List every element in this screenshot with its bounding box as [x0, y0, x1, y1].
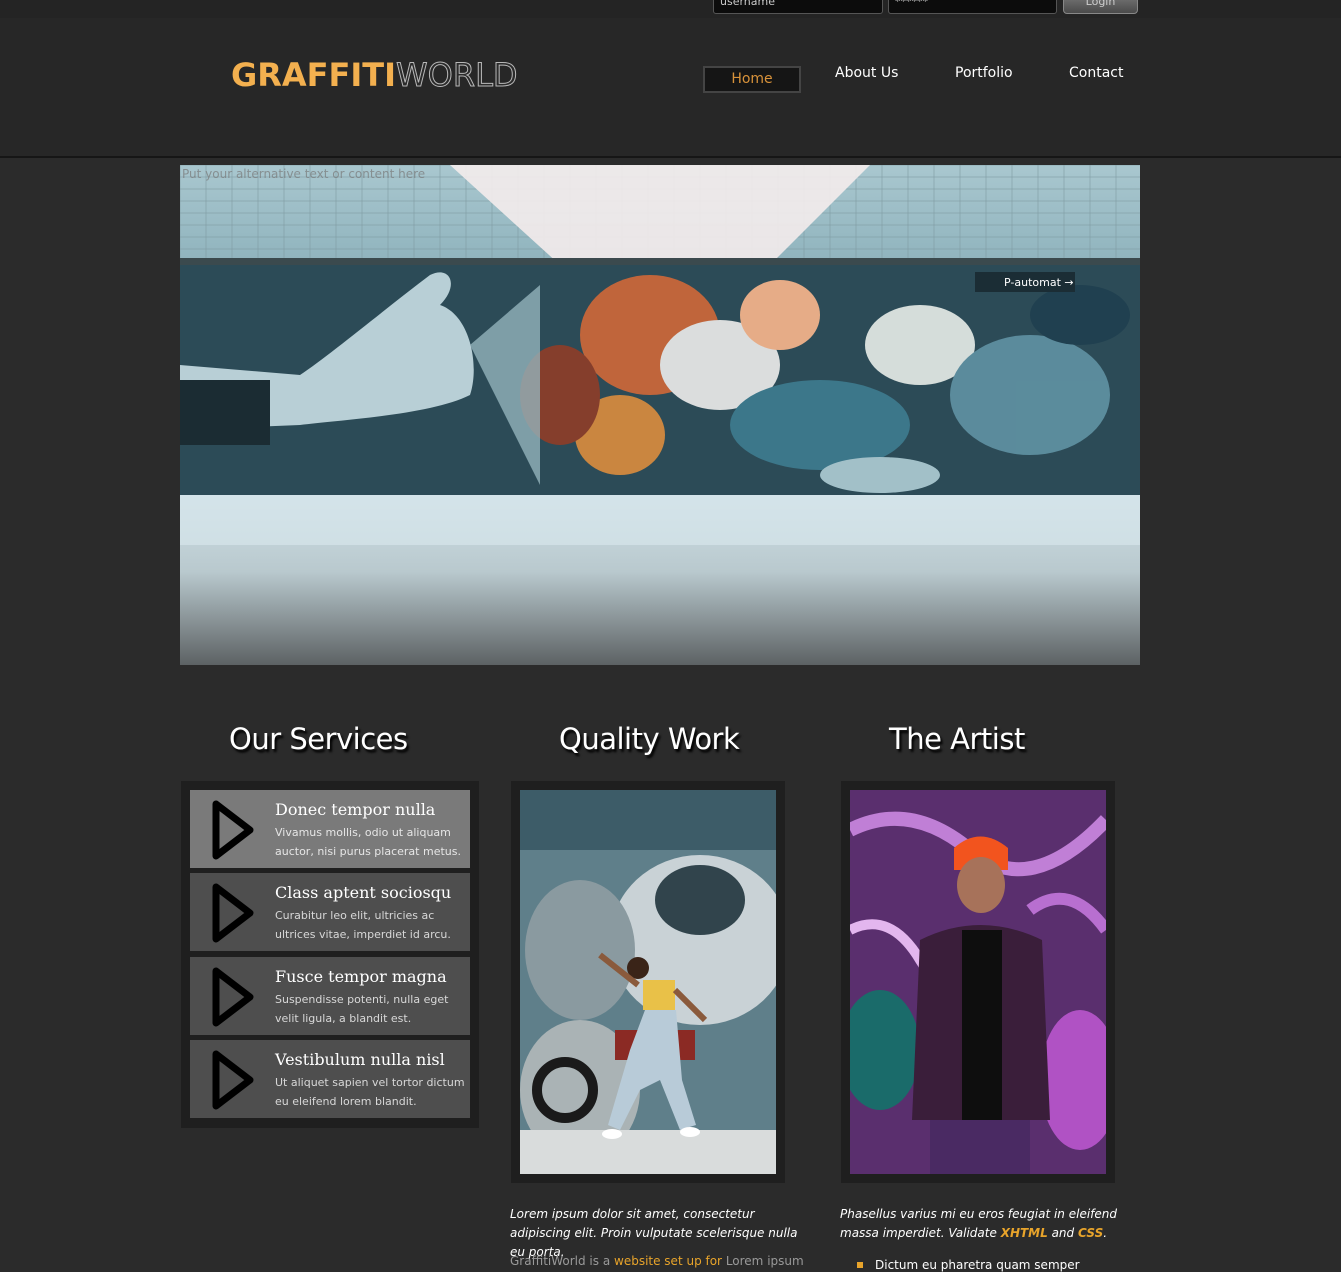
nav-home[interactable]: Home: [703, 66, 801, 93]
nav-contact[interactable]: Contact: [1069, 65, 1123, 81]
our-services-title: Our Services: [229, 722, 408, 756]
about-text-prefix: GraffitiWorld is a: [510, 1254, 614, 1268]
play-arrow-icon: [212, 967, 254, 1027]
svg-text:P-automat →: P-automat →: [1004, 276, 1074, 289]
site-logo[interactable]: GRAFFITIWORLD: [231, 56, 519, 95]
dancer-photo[interactable]: [520, 790, 776, 1174]
artist-photo[interactable]: [850, 790, 1106, 1174]
quality-work-title: Quality Work: [559, 722, 740, 756]
service-title: Fusce tempor magna: [275, 967, 447, 986]
service-description: Suspendisse potenti, nulla eget velit li…: [275, 993, 449, 1025]
about-text-suffix: Lorem ipsum: [722, 1254, 804, 1268]
login-button[interactable]: Login: [1063, 0, 1138, 14]
service-item[interactable]: Class aptent sociosqu Curabitur leo elit…: [190, 873, 470, 951]
service-title: Donec tempor nulla: [275, 800, 436, 819]
site-header: GRAFFITIWORLD Home About Us Portfolio Co…: [0, 18, 1341, 158]
artist-caption-period: .: [1103, 1226, 1108, 1240]
xhtml-link[interactable]: XHTML: [1001, 1226, 1048, 1240]
nav-portfolio[interactable]: Portfolio: [955, 65, 1013, 81]
service-item[interactable]: Vestibulum nulla nisl Ut aliquet sapien …: [190, 1040, 470, 1118]
service-title: Class aptent sociosqu: [275, 883, 452, 902]
logo-part-graffiti: GRAFFITI: [231, 56, 397, 94]
services-panel: Donec tempor nulla Vivamus mollis, odio …: [181, 781, 479, 1128]
play-arrow-icon: [212, 1050, 254, 1110]
service-description: Curabitur leo elit, ultricies ac ultrice…: [275, 909, 451, 941]
artist-caption-and: and: [1047, 1226, 1078, 1240]
hero-graffiti-image: P-automat →: [180, 165, 1140, 665]
service-item[interactable]: Donec tempor nulla Vivamus mollis, odio …: [190, 790, 470, 868]
css-link[interactable]: CSS: [1078, 1226, 1103, 1240]
service-item[interactable]: Fusce tempor magna Suspendisse potenti, …: [190, 957, 470, 1035]
the-artist-title: The Artist: [889, 722, 1025, 756]
play-arrow-icon: [212, 800, 254, 860]
bullet-icon: [857, 1262, 863, 1268]
password-input[interactable]: ******: [888, 0, 1057, 14]
artist-list-item[interactable]: Dictum eu pharetra quam semper: [875, 1258, 1080, 1272]
hero-alt-text: Put your alternative text or content her…: [182, 167, 426, 181]
nav-about-us[interactable]: About Us: [835, 65, 898, 81]
logo-part-world: WORLD: [396, 56, 519, 95]
quality-work-frame: [511, 781, 785, 1183]
login-bar: username ****** Login: [0, 0, 1341, 18]
artist-caption: Phasellus varius mi eu eros feugiat in e…: [840, 1205, 1140, 1243]
about-paragraph: GraffitiWorld is a website set up for Lo…: [510, 1254, 810, 1268]
hero-banner: P-automat → Put your alternative text or…: [180, 165, 1140, 665]
service-title: Vestibulum nulla nisl: [275, 1050, 445, 1069]
artist-portrait-image: [850, 790, 1106, 1174]
username-input[interactable]: username: [713, 0, 883, 14]
artist-frame: [841, 781, 1115, 1183]
play-arrow-icon: [212, 883, 254, 943]
website-link[interactable]: website set up for: [614, 1254, 722, 1268]
service-description: Vivamus mollis, odio ut aliquam auctor, …: [275, 826, 461, 858]
dancer-mural-image: [520, 790, 776, 1174]
service-description: Ut aliquet sapien vel tortor dictum eu e…: [275, 1076, 465, 1108]
